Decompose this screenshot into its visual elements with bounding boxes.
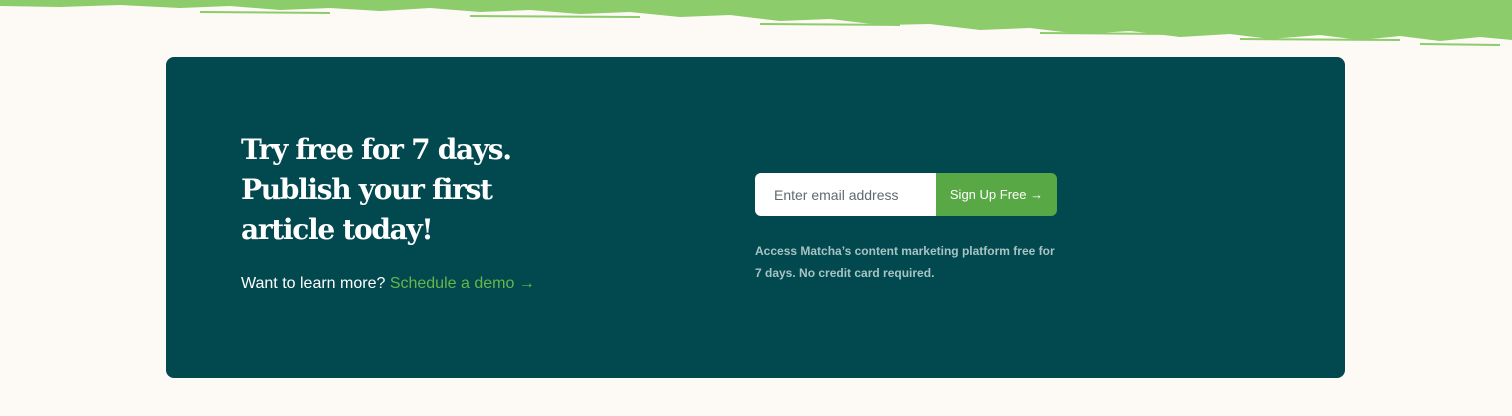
email-input[interactable] <box>755 173 936 216</box>
cta-left-column: Try free for 7 days. Publish your first … <box>241 130 541 295</box>
sign-up-free-button[interactable]: Sign Up Free → <box>936 173 1057 216</box>
trial-disclaimer: Access Matcha’s content marketing platfo… <box>755 244 1055 280</box>
trial-headline: Try free for 7 days. Publish your first … <box>241 133 512 246</box>
learn-more-line: Want to learn more? Schedule a demo → <box>241 273 541 295</box>
email-signup-form: Sign Up Free → <box>755 173 1057 216</box>
schedule-demo-link[interactable]: Schedule a demo → <box>390 275 535 292</box>
free-trial-card: Try free for 7 days. Publish your first … <box>166 57 1345 378</box>
green-brush-stroke-border <box>0 0 1512 46</box>
learn-more-text: Want to learn more? <box>241 275 386 292</box>
